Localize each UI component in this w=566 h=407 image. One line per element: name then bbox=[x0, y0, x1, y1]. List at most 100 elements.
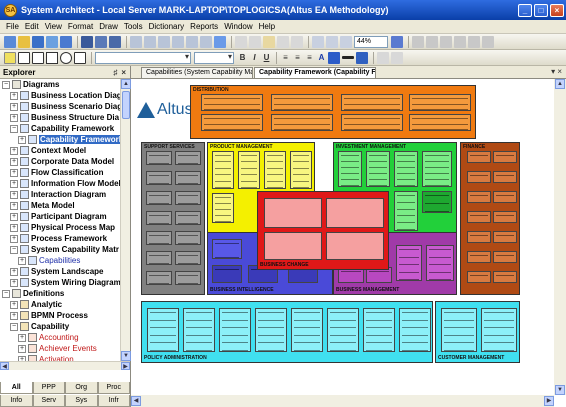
pin-icon[interactable]: ♯ bbox=[113, 68, 117, 77]
tree-item[interactable]: − System Capability Matr bbox=[0, 244, 120, 255]
tab-info[interactable]: Info bbox=[0, 395, 33, 407]
tree-item[interactable]: + Participant Diagram bbox=[0, 211, 120, 222]
capability-box[interactable] bbox=[175, 271, 201, 285]
capability-box[interactable] bbox=[175, 171, 201, 185]
capability-box[interactable] bbox=[271, 94, 333, 111]
region-policy-administration[interactable]: POLICY ADMINISTRATION bbox=[141, 301, 433, 363]
capability-box[interactable] bbox=[146, 271, 172, 285]
capability-box[interactable] bbox=[255, 308, 287, 352]
menu-edit[interactable]: Edit bbox=[25, 22, 39, 31]
capability-box[interactable] bbox=[493, 271, 517, 283]
copy-icon[interactable] bbox=[249, 35, 261, 48]
maximize-button[interactable]: □ bbox=[534, 3, 548, 17]
capability-box[interactable] bbox=[175, 251, 201, 265]
report-icon[interactable] bbox=[109, 35, 121, 48]
tab-infr[interactable]: Infr bbox=[97, 395, 130, 407]
capability-box[interactable] bbox=[467, 231, 491, 243]
tree-item[interactable]: − Diagrams bbox=[0, 79, 120, 90]
capability-box[interactable] bbox=[426, 245, 454, 281]
capability-box[interactable] bbox=[481, 308, 517, 352]
capability-box[interactable] bbox=[341, 94, 403, 111]
expand-icon[interactable]: + bbox=[10, 190, 18, 199]
tree-item[interactable]: + Information Flow Model bbox=[0, 178, 120, 189]
find-icon[interactable] bbox=[391, 35, 403, 48]
capability-box[interactable] bbox=[212, 193, 234, 223]
capability-box[interactable] bbox=[175, 211, 201, 225]
expand-icon[interactable]: + bbox=[18, 344, 26, 353]
capability-box[interactable] bbox=[146, 191, 172, 205]
explorer-icon[interactable] bbox=[4, 35, 16, 48]
capability-box[interactable] bbox=[394, 191, 418, 231]
pointer-icon[interactable] bbox=[4, 51, 16, 64]
scroll-thumb[interactable] bbox=[122, 91, 130, 119]
capability-box[interactable] bbox=[175, 231, 201, 245]
capability-box[interactable] bbox=[399, 308, 431, 352]
capability-box[interactable] bbox=[238, 151, 260, 189]
capability-box[interactable] bbox=[396, 245, 422, 281]
text-align-right-icon[interactable]: ≡ bbox=[304, 52, 315, 64]
capability-box[interactable] bbox=[219, 308, 251, 352]
capability-box[interactable] bbox=[394, 151, 418, 187]
tree-item[interactable]: + Flow Classification bbox=[0, 167, 120, 178]
minimize-button[interactable]: _ bbox=[518, 3, 532, 17]
capability-box[interactable] bbox=[467, 211, 491, 223]
arrange-icon[interactable] bbox=[426, 35, 438, 48]
canvas-vertical-scrollbar[interactable]: ▲ ▼ bbox=[554, 79, 566, 395]
menu-view[interactable]: View bbox=[45, 22, 62, 31]
close-button[interactable]: × bbox=[550, 3, 564, 17]
capability-box[interactable] bbox=[338, 151, 362, 187]
capability-box[interactable] bbox=[467, 171, 491, 183]
capability-box[interactable] bbox=[493, 191, 517, 203]
ungroup-icon[interactable] bbox=[454, 35, 466, 48]
menu-window[interactable]: Window bbox=[224, 22, 252, 31]
capability-box[interactable] bbox=[264, 151, 286, 189]
tree-vertical-scrollbar[interactable]: ▲ ▼ bbox=[120, 79, 131, 361]
bold-button[interactable]: B bbox=[237, 52, 248, 64]
collapse-icon[interactable]: − bbox=[10, 124, 18, 133]
redo-icon[interactable] bbox=[291, 35, 303, 48]
tab-capability-framework[interactable]: Capability Framework (Capability Fr... bbox=[254, 67, 376, 78]
scroll-left-icon[interactable]: ◀ bbox=[0, 362, 9, 370]
tree-item[interactable]: + System Wiring Diagram bbox=[0, 277, 120, 288]
capability-box[interactable] bbox=[493, 151, 517, 163]
tree-item[interactable]: + Process Framework bbox=[0, 233, 120, 244]
align-left-icon[interactable] bbox=[130, 35, 142, 48]
tree-item[interactable]: + Achiever Events bbox=[0, 343, 120, 354]
scroll-down-icon[interactable]: ▼ bbox=[121, 351, 131, 361]
capability-box[interactable] bbox=[467, 151, 491, 163]
zoom-fit-icon[interactable] bbox=[312, 35, 324, 48]
group-icon[interactable] bbox=[440, 35, 452, 48]
capability-box[interactable] bbox=[467, 191, 491, 203]
capability-box[interactable] bbox=[493, 231, 517, 243]
collapse-icon[interactable]: − bbox=[2, 80, 10, 89]
triangle-tool-icon[interactable] bbox=[46, 51, 58, 64]
properties-icon[interactable] bbox=[60, 35, 72, 48]
expand-icon[interactable]: + bbox=[10, 234, 18, 243]
collapse-icon[interactable]: − bbox=[2, 289, 10, 298]
rectangle-tool-icon[interactable] bbox=[18, 51, 30, 64]
capability-box[interactable] bbox=[493, 251, 517, 263]
zoom-level-input[interactable]: 44% bbox=[354, 35, 388, 48]
diagram-icon[interactable] bbox=[81, 35, 93, 48]
expand-icon[interactable]: + bbox=[10, 300, 18, 309]
tree-item[interactable]: + Corporate Data Model bbox=[0, 156, 120, 167]
zoom-out-icon[interactable] bbox=[340, 35, 352, 48]
scroll-right-icon[interactable]: ▶ bbox=[544, 396, 554, 406]
tab-proc[interactable]: Proc bbox=[97, 382, 130, 394]
line-color-icon[interactable] bbox=[356, 51, 368, 64]
expand-icon[interactable]: + bbox=[10, 168, 18, 177]
snap-icon[interactable] bbox=[377, 51, 389, 64]
explorer-close-icon[interactable]: × bbox=[121, 68, 126, 77]
scroll-up-icon[interactable]: ▲ bbox=[121, 79, 131, 89]
expand-icon[interactable]: + bbox=[18, 333, 26, 342]
tree-item[interactable]: − Definitions bbox=[0, 288, 120, 299]
capability-box[interactable] bbox=[467, 271, 491, 283]
tab-serv[interactable]: Serv bbox=[32, 395, 65, 407]
region-finance[interactable]: FINANCE bbox=[460, 142, 520, 295]
collapse-icon[interactable]: − bbox=[10, 245, 18, 254]
expand-icon[interactable]: + bbox=[10, 146, 18, 155]
scroll-left-icon[interactable]: ◀ bbox=[131, 396, 141, 406]
capability-box[interactable] bbox=[441, 308, 477, 352]
zoom-in-icon[interactable] bbox=[326, 35, 338, 48]
expand-icon[interactable]: + bbox=[10, 223, 18, 232]
